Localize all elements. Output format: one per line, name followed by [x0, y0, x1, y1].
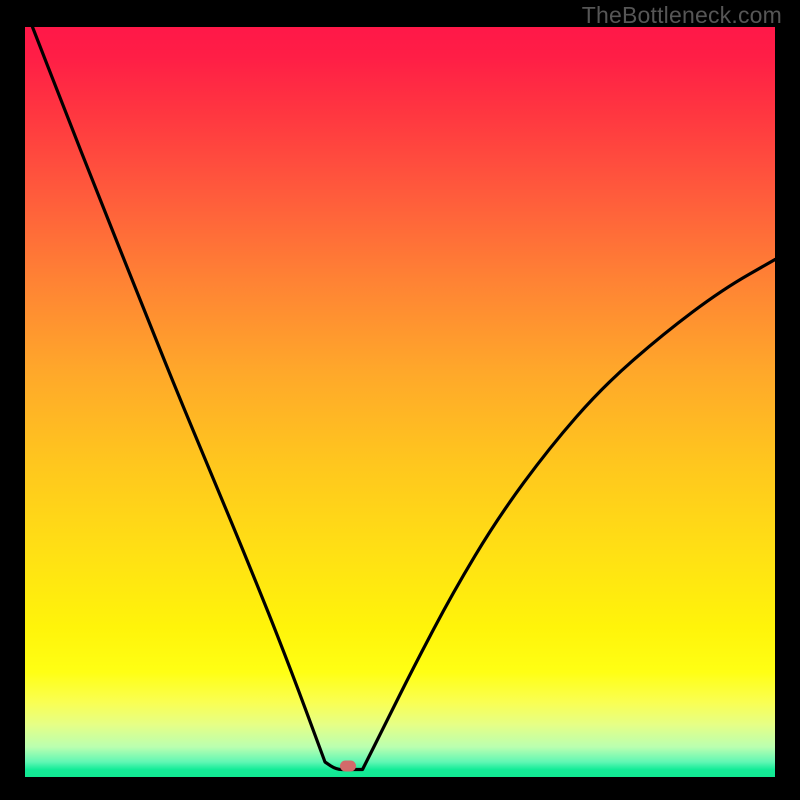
bottleneck-curve	[25, 27, 775, 777]
minimum-marker	[340, 760, 356, 771]
plot-area	[25, 27, 775, 777]
chart-frame: TheBottleneck.com	[0, 0, 800, 800]
watermark-text: TheBottleneck.com	[582, 2, 782, 29]
